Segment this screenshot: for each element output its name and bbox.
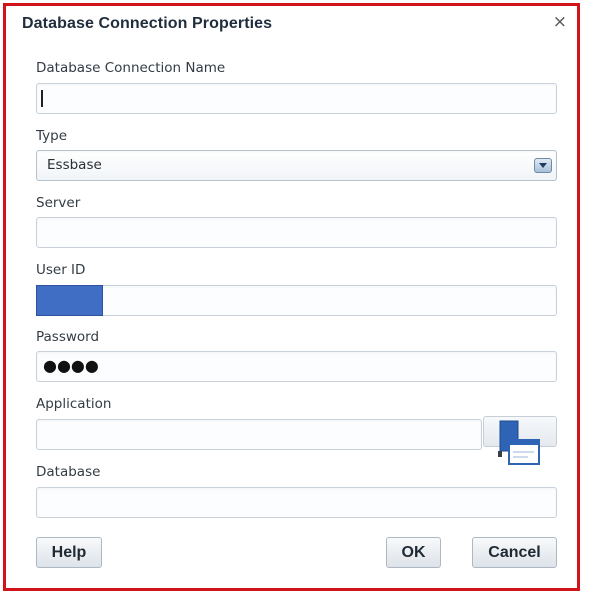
- user-id-label: User ID: [36, 262, 86, 278]
- database-label: Database: [36, 464, 101, 480]
- server-input[interactable]: [36, 217, 557, 248]
- type-select-value: Essbase: [47, 157, 102, 173]
- window-picker-icon: [498, 420, 540, 465]
- application-input[interactable]: [36, 419, 482, 450]
- help-button[interactable]: Help: [36, 537, 102, 568]
- application-label: Application: [36, 396, 112, 412]
- dialog-window: Database Connection Properties × Databas…: [3, 3, 580, 591]
- server-label: Server: [36, 195, 81, 211]
- type-label: Type: [36, 128, 68, 144]
- dialog-title: Database Connection Properties: [22, 15, 273, 32]
- connection-name-label: Database Connection Name: [36, 60, 226, 76]
- redacted-value: [36, 285, 103, 316]
- close-icon[interactable]: ×: [553, 14, 567, 31]
- cancel-button[interactable]: Cancel: [472, 537, 557, 568]
- password-input[interactable]: ●●●●: [36, 351, 557, 382]
- text-cursor: [41, 90, 43, 107]
- connection-name-input[interactable]: [36, 83, 557, 114]
- user-id-input[interactable]: [36, 285, 557, 316]
- password-mask: ●●●●: [43, 356, 99, 375]
- chevron-down-icon[interactable]: [534, 158, 552, 173]
- password-label: Password: [36, 329, 100, 345]
- application-picker-button[interactable]: [483, 416, 557, 465]
- database-input[interactable]: [36, 487, 557, 518]
- ok-button[interactable]: OK: [386, 537, 441, 568]
- type-select[interactable]: Essbase: [36, 150, 557, 181]
